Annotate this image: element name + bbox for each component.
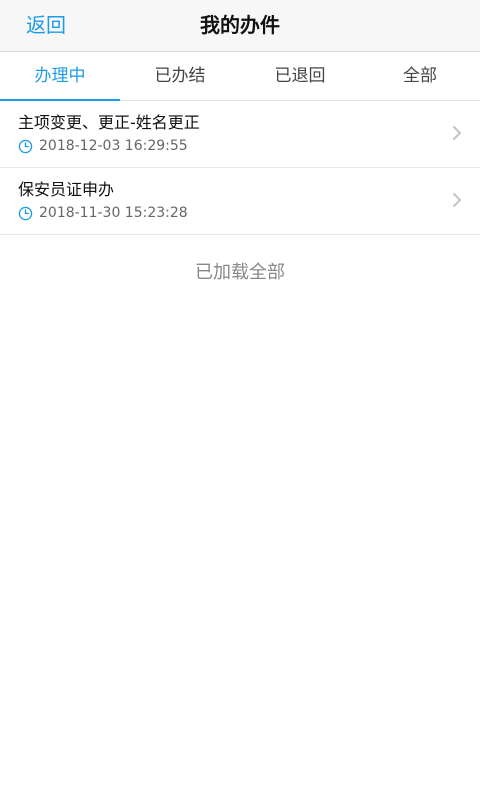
item-title: 保安员证申办 xyxy=(18,180,115,199)
tab-returned[interactable]: 已退回 xyxy=(240,52,360,100)
chevron-right-icon xyxy=(453,126,461,140)
tab-all[interactable]: 全部 xyxy=(360,52,480,100)
list-item[interactable]: 保安员证申办 2018-11-30 15:23:28 xyxy=(0,168,480,235)
chevron-right-icon xyxy=(453,193,461,207)
page-title: 我的办件 xyxy=(200,13,280,37)
item-timestamp: 2018-12-03 16:29:55 xyxy=(39,138,188,154)
tab-completed[interactable]: 已办结 xyxy=(120,52,240,100)
item-time-row: 2018-12-03 16:29:55 xyxy=(18,136,188,156)
application-list: 主项变更、更正-姓名更正 2018-12-03 16:29:55 保安员证申办 … xyxy=(0,101,480,235)
clock-icon xyxy=(18,139,33,153)
load-status-text: 已加载全部 xyxy=(195,262,285,283)
tab-in-progress[interactable]: 办理中 xyxy=(0,52,120,101)
list-item[interactable]: 主项变更、更正-姓名更正 2018-12-03 16:29:55 xyxy=(0,101,480,168)
item-time-row: 2018-11-30 15:23:28 xyxy=(18,203,188,223)
status-tabs: 办理中 已办结 已退回 全部 xyxy=(0,52,480,101)
clock-icon xyxy=(18,206,33,220)
navigation-bar: 返回 我的办件 xyxy=(0,0,480,52)
my-applications-screen: 返回 我的办件 办理中 已办结 已退回 全部 主项变更、更正-姓名更正 2018… xyxy=(0,0,480,800)
item-title: 主项变更、更正-姓名更正 xyxy=(18,113,200,132)
item-timestamp: 2018-11-30 15:23:28 xyxy=(39,205,188,221)
